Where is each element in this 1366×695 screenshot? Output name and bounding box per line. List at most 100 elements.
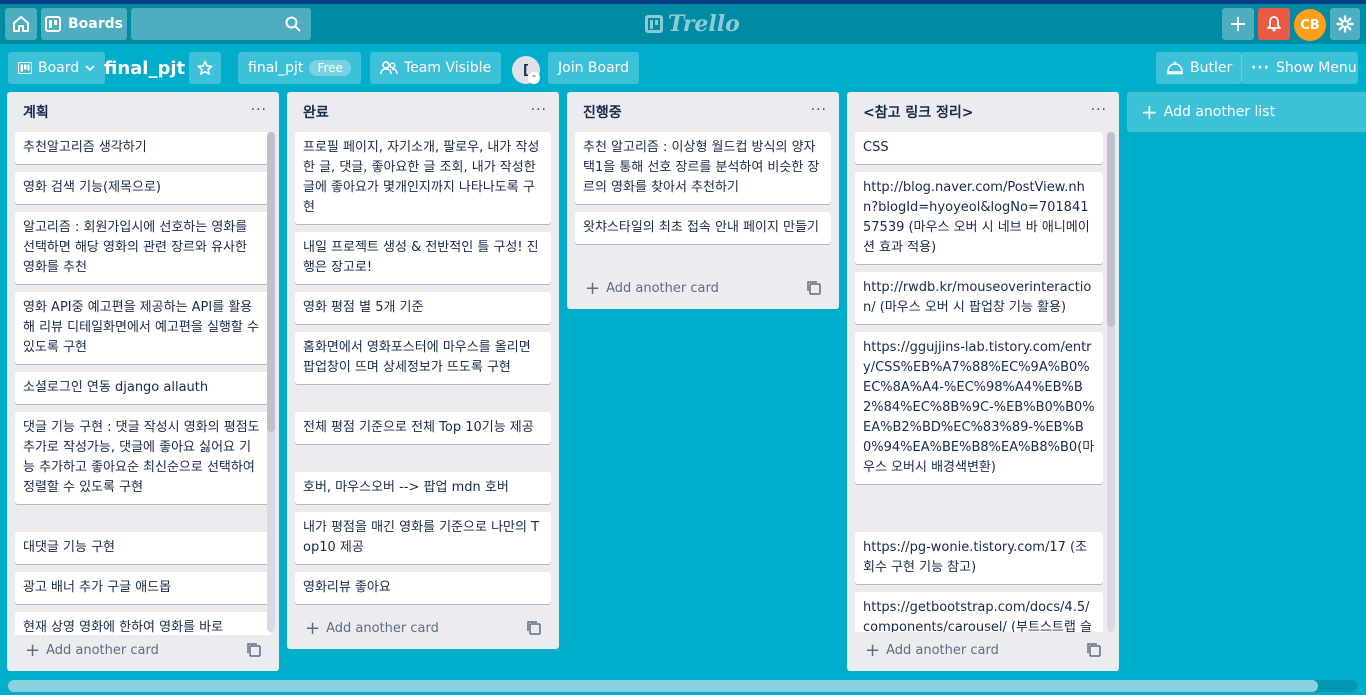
card-text: 내일 프로젝트 생성 & 전반적인 틀 구성! 진행은 장고로! xyxy=(303,240,539,275)
butler-icon xyxy=(1167,61,1183,75)
list-scrollbar-thumb[interactable] xyxy=(1107,132,1115,327)
list-scrollbar-thumb[interactable] xyxy=(267,132,275,432)
add-card-label: Add another card xyxy=(46,642,159,658)
card-text: 영화 검색 기능(제목으로) xyxy=(23,180,162,195)
plan-badge: Free xyxy=(309,60,351,76)
add-card-label: Add another card xyxy=(886,642,999,658)
card-text: 대댓글 기능 구현 xyxy=(23,540,115,555)
card[interactable]: 현재 상영 영화에 한하여 영화를 바로 xyxy=(15,612,271,635)
card-text: 광고 배너 추가 구글 애드몹 xyxy=(23,580,172,595)
card-text: 전체 평점 기준으로 전체 Top 10기능 제공 xyxy=(303,420,534,435)
card[interactable]: CSS xyxy=(855,132,1103,164)
add-card-button[interactable]: + Add another card xyxy=(855,636,1111,664)
app-header: Boards Trello CB xyxy=(0,4,1366,44)
list-title[interactable]: 진행중 xyxy=(567,92,839,130)
show-menu-label: Show Menu xyxy=(1275,60,1357,76)
card[interactable]: 알고리즘 : 회원가입시에 선호하는 영화를 선택하면 해당 영화의 관련 장르… xyxy=(15,212,271,284)
list-title-text: 진행중 xyxy=(583,105,622,121)
board-horizontal-scrollbar[interactable] xyxy=(8,680,1358,692)
card[interactable]: 소셜로그인 연동 django allauth xyxy=(15,372,271,404)
card-text: 추천 알고리즘 : 이상형 월드컵 방식의 양자 택1을 통해 선호 장르를 분… xyxy=(583,140,820,195)
user-initials: CB xyxy=(1300,17,1320,33)
add-card-button[interactable]: + Add another card xyxy=(15,636,271,664)
boards-icon xyxy=(45,16,61,32)
search-input[interactable] xyxy=(131,8,311,40)
star-board-button[interactable] xyxy=(189,52,221,84)
create-button[interactable] xyxy=(1222,8,1254,40)
card[interactable]: https://getbootstrap.com/docs/4.5/compon… xyxy=(855,592,1103,632)
bell-icon xyxy=(1267,16,1281,32)
add-list-button[interactable]: + Add another list xyxy=(1127,92,1366,132)
plus-icon: + xyxy=(1141,100,1158,124)
settings-button[interactable] xyxy=(1330,8,1360,40)
list-title-text: 완료 xyxy=(303,105,329,121)
home-icon xyxy=(13,16,29,32)
list-plan: 계획 ··· 추천알고리즘 생각하기 영화 검색 기능(제목으로) 알고리즘 :… xyxy=(7,92,279,671)
plus-icon: + xyxy=(585,277,601,299)
list-menu-icon[interactable]: ··· xyxy=(1091,102,1107,118)
card[interactable]: 호버, 마우스오버 --> 팝업 mdn 호버 xyxy=(295,472,551,504)
list-title[interactable]: <참고 링크 정리> xyxy=(847,92,1119,130)
list-menu-icon[interactable]: ··· xyxy=(531,102,547,118)
team-name: final_pjt xyxy=(248,60,304,76)
admin-chevron-icon: ⌃ xyxy=(528,72,540,84)
list-menu-icon[interactable]: ··· xyxy=(811,102,827,118)
board-horizontal-scrollbar-thumb[interactable] xyxy=(8,680,1318,692)
notifications-button[interactable] xyxy=(1258,8,1290,40)
card[interactable]: 광고 배너 추가 구글 애드몹 xyxy=(15,572,271,604)
template-icon[interactable] xyxy=(807,281,821,295)
card[interactable]: 홈화면에서 영화포스터에 마우스를 올리면 팝업창이 뜨며 상세정보가 뜨도록 … xyxy=(295,332,551,384)
card-text: https://pg-wonie.tistory.com/17 (조회수 구현 … xyxy=(863,540,1088,575)
card[interactable]: 추천알고리즘 생각하기 xyxy=(15,132,271,164)
user-avatar[interactable]: CB xyxy=(1294,9,1326,41)
card[interactable]: 영화 API중 예고편을 제공하는 API를 활용해 리뷰 디테일화면에서 예고… xyxy=(15,292,271,364)
trello-logo-icon xyxy=(645,15,663,33)
visibility-button[interactable]: Team Visible xyxy=(370,52,502,84)
board-view-label: Board xyxy=(38,60,80,76)
join-board-label: Join Board xyxy=(558,60,630,76)
home-button[interactable] xyxy=(5,8,37,40)
add-card-button[interactable]: + Add another card xyxy=(575,274,831,302)
list-menu-icon[interactable]: ··· xyxy=(251,102,267,118)
team-button[interactable]: final_pjt Free xyxy=(238,52,361,84)
card-text: 소셜로그인 연동 django allauth xyxy=(23,380,209,395)
card[interactable]: 대댓글 기능 구현 xyxy=(15,532,271,564)
butler-label: Butler xyxy=(1190,60,1233,76)
list-title[interactable]: 계획 xyxy=(7,92,279,130)
card[interactable]: https://ggujjins-lab.tistory.com/entry/C… xyxy=(855,332,1103,484)
card[interactable]: 영화 평점 별 5개 기준 xyxy=(295,292,551,324)
boards-button[interactable]: Boards xyxy=(41,8,127,40)
add-card-button[interactable]: + Add another card xyxy=(295,614,551,642)
card[interactable]: 내일 프로젝트 생성 & 전반적인 틀 구성! 진행은 장고로! xyxy=(295,232,551,284)
board-title[interactable]: final_pjt xyxy=(96,52,193,84)
card[interactable]: 왓챠스타일의 최초 접속 안내 페이지 만들기 xyxy=(575,212,831,244)
list-title[interactable]: 완료 xyxy=(287,92,559,130)
template-icon[interactable] xyxy=(527,621,541,635)
card[interactable]: 프로필 페이지, 자기소개, 팔로우, 내가 작성한 글, 댓글, 좋아요한 글… xyxy=(295,132,551,224)
board-view-switcher[interactable]: Board xyxy=(8,52,106,84)
template-icon[interactable] xyxy=(1087,643,1101,657)
card[interactable]: 내가 평점을 매긴 영화를 기준으로 나만의 Top10 제공 xyxy=(295,512,551,564)
search-field[interactable] xyxy=(131,8,311,40)
list-scrollbar[interactable] xyxy=(1107,132,1115,632)
template-icon[interactable] xyxy=(247,643,261,657)
search-icon[interactable] xyxy=(285,16,301,32)
card-text: 영화리뷰 좋아요 xyxy=(303,580,391,595)
card[interactable]: https://pg-wonie.tistory.com/17 (조회수 구현 … xyxy=(855,532,1103,584)
card[interactable]: 영화리뷰 좋아요 xyxy=(295,572,551,604)
butler-button[interactable]: Butler xyxy=(1156,52,1243,84)
card[interactable]: http://rwdb.kr/mouseoverinteraction/ (마우… xyxy=(855,272,1103,324)
show-menu-button[interactable]: ··· Show Menu xyxy=(1241,52,1358,84)
visibility-label: Team Visible xyxy=(404,60,492,76)
card[interactable]: 댓글 기능 구현 : 댓글 작성시 영화의 평점도 추가로 작성가능, 댓글에 … xyxy=(15,412,271,504)
trello-logo[interactable]: Trello xyxy=(645,11,740,37)
card-text: CSS xyxy=(863,140,889,155)
card[interactable]: 영화 검색 기능(제목으로) xyxy=(15,172,271,204)
card[interactable]: http://blog.naver.com/PostView.nhn?blogI… xyxy=(855,172,1103,264)
card[interactable]: 전체 평점 기준으로 전체 Top 10기능 제공 xyxy=(295,412,551,444)
list-scrollbar[interactable] xyxy=(267,132,275,632)
team-icon xyxy=(380,61,398,75)
card-text: 알고리즘 : 회원가입시에 선호하는 영화를 선택하면 해당 영화의 관련 장르… xyxy=(23,220,248,275)
join-board-button[interactable]: Join Board xyxy=(548,52,640,84)
card[interactable]: 추천 알고리즘 : 이상형 월드컵 방식의 양자 택1을 통해 선호 장르를 분… xyxy=(575,132,831,204)
